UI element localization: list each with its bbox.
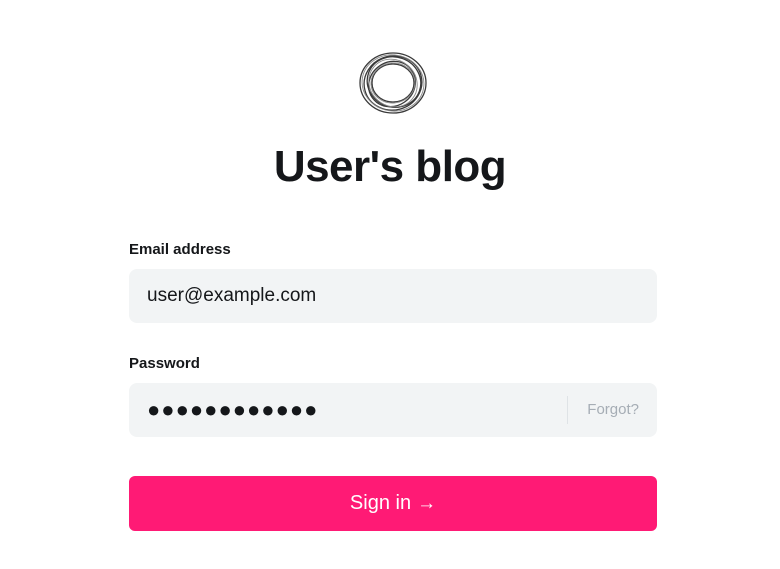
forgot-password-link[interactable]: Forgot? — [587, 383, 639, 437]
page-title: User's blog — [273, 142, 507, 191]
password-field-wrapper[interactable]: ●●●●●●●●●●●● Forgot? — [129, 383, 657, 437]
password-field[interactable]: ●●●●●●●●●●●● — [147, 383, 318, 437]
sign-in-button[interactable]: Sign in → — [129, 476, 657, 531]
site-logo — [357, 50, 429, 116]
email-label: Email address — [129, 241, 231, 258]
field-divider — [567, 396, 568, 424]
email-field[interactable] — [129, 269, 657, 323]
arrow-right-icon: → — [417, 492, 437, 514]
email-field-wrapper[interactable] — [129, 269, 657, 323]
login-form: Email address Password ●●●●●●●●●●●● Forg… — [129, 240, 657, 437]
password-label: Password — [129, 355, 200, 372]
sign-in-label: Sign in — [349, 492, 412, 514]
ring-logo-icon — [359, 52, 427, 114]
